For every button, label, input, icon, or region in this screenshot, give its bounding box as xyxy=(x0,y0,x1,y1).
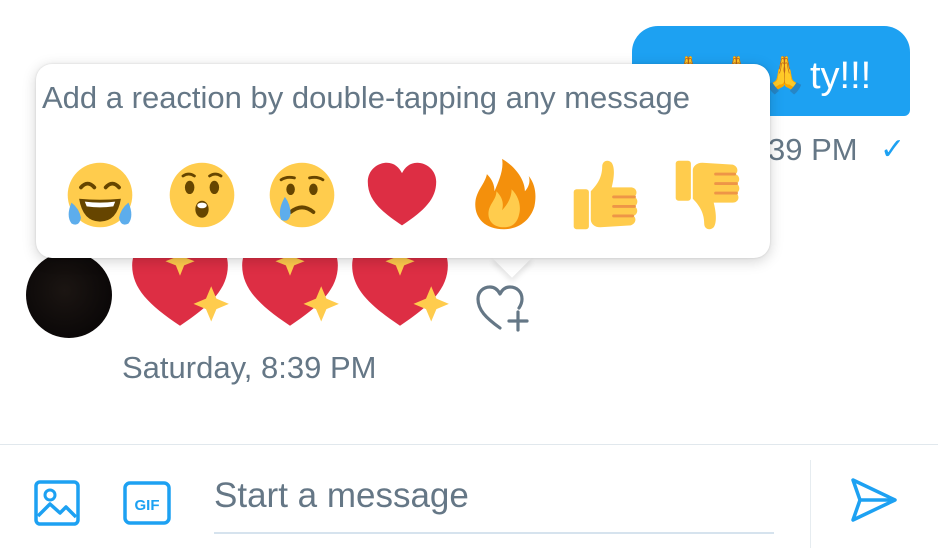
hushed-face-icon[interactable] xyxy=(162,155,242,235)
thumbs-down-icon[interactable] xyxy=(668,155,748,235)
send-icon[interactable] xyxy=(848,474,900,526)
crying-face-icon[interactable] xyxy=(262,155,342,235)
heart-plus-icon[interactable] xyxy=(474,284,530,334)
fire-icon[interactable] xyxy=(464,155,544,235)
message-input[interactable] xyxy=(214,470,774,522)
reaction-popup-title: Add a reaction by double-tapping any mes… xyxy=(42,80,690,115)
message-input-underline xyxy=(214,532,774,534)
user-avatar[interactable] xyxy=(26,252,112,338)
face-tears-of-joy-icon[interactable] xyxy=(60,155,140,235)
image-icon[interactable] xyxy=(32,478,82,528)
red-heart-icon[interactable] xyxy=(362,155,442,235)
gif-icon[interactable]: GIF xyxy=(122,478,172,528)
thumbs-up-icon[interactable] xyxy=(566,155,646,235)
sent-message-timestamp: 39 PM xyxy=(768,132,858,167)
checkmark-icon: ✓ xyxy=(880,133,906,166)
composer-separator xyxy=(810,460,811,548)
composer-divider xyxy=(0,444,938,445)
received-message-timestamp: Saturday, 8:39 PM xyxy=(122,350,377,385)
gif-label: GIF xyxy=(135,497,160,514)
sent-message-text: ty!!! xyxy=(810,55,872,97)
